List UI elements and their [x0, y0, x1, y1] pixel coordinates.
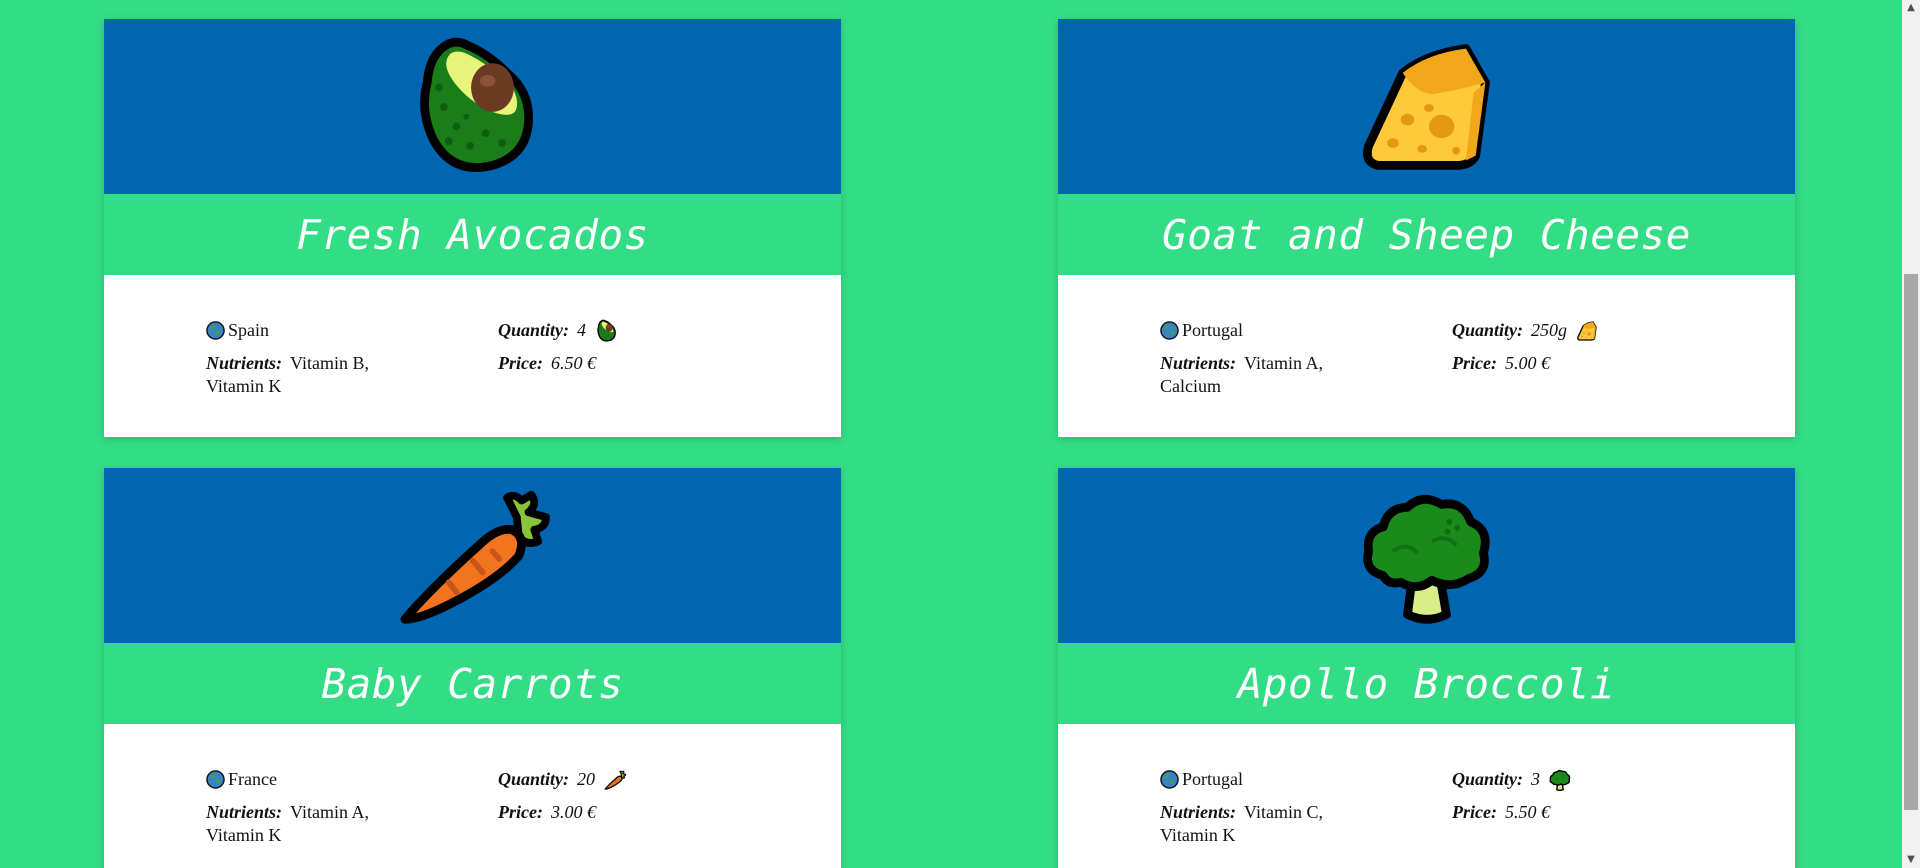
globe-icon — [206, 321, 225, 340]
product-title-bar: Goat and Sheep Cheese — [1058, 194, 1795, 275]
quantity: Quantity: 4 — [498, 319, 798, 342]
price: Price: 6.50 € — [498, 352, 798, 375]
product-details: Portugal Nutrients: Vitamin C, Vitamin K … — [1058, 724, 1795, 868]
product-card: Baby Carrots France Nutrients: Vitamin A,… — [104, 468, 841, 868]
origin: Spain — [206, 319, 426, 342]
quantity: Quantity: 20 — [498, 768, 798, 791]
nutrients-label: Nutrients: — [1160, 802, 1237, 822]
origin: Portugal — [1160, 319, 1380, 342]
origin-country: France — [228, 769, 277, 789]
quantity-value: 20 — [577, 769, 596, 789]
product-title: Fresh Avocados — [296, 210, 649, 259]
product-title: Goat and Sheep Cheese — [1162, 210, 1691, 259]
scroll-down-arrow-icon[interactable]: ▼ — [1902, 852, 1920, 868]
product-title: Apollo Broccoli — [1237, 659, 1616, 708]
price: Price: 5.00 € — [1452, 352, 1752, 375]
product-card: Apollo Broccoli Portugal Nutrients: Vitam… — [1058, 468, 1795, 868]
product-details: Portugal Nutrients: Vitamin A, Calcium Qu… — [1058, 275, 1795, 437]
product-banner — [104, 19, 841, 194]
origin-country: Portugal — [1182, 769, 1243, 789]
quantity-value: 250g — [1531, 320, 1568, 340]
price-label: Price: — [498, 802, 543, 822]
origin: Portugal — [1160, 768, 1380, 791]
cheese-icon — [1575, 319, 1599, 343]
globe-icon — [206, 770, 225, 789]
quantity-label: Quantity: — [498, 769, 570, 789]
product-banner — [1058, 19, 1795, 194]
price-label: Price: — [1452, 353, 1497, 373]
broccoli-icon — [1548, 768, 1572, 792]
product-details: France Nutrients: Vitamin A, Vitamin K Qu… — [104, 724, 841, 868]
carrot-icon — [388, 483, 558, 629]
avocado-icon — [594, 319, 618, 343]
quantity-label: Quantity: — [1452, 320, 1524, 340]
carrot-icon — [603, 768, 627, 792]
origin-country: Spain — [228, 320, 270, 340]
broccoli-icon — [1354, 483, 1500, 629]
price-label: Price: — [498, 353, 543, 373]
nutrients-label: Nutrients: — [1160, 353, 1237, 373]
price-value: 6.50 € — [550, 353, 596, 373]
product-banner — [1058, 468, 1795, 643]
product-details: Spain Nutrients: Vitamin B, Vitamin K Qua… — [104, 275, 841, 437]
globe-icon — [1160, 321, 1179, 340]
quantity-value: 4 — [577, 320, 587, 340]
product-card: Goat and Sheep Cheese Portugal Nutrients… — [1058, 19, 1795, 437]
globe-icon — [1160, 770, 1179, 789]
quantity-value: 3 — [1531, 769, 1541, 789]
product-title-bar: Fresh Avocados — [104, 194, 841, 275]
nutrients-label: Nutrients: — [206, 353, 283, 373]
quantity: Quantity: 3 — [1452, 768, 1752, 791]
price-value: 3.00 € — [550, 802, 596, 822]
quantity: Quantity: 250g — [1452, 319, 1752, 342]
origin: France — [206, 768, 426, 791]
quantity-label: Quantity: — [1452, 769, 1524, 789]
quantity-label: Quantity: — [498, 320, 570, 340]
price-value: 5.00 € — [1504, 353, 1550, 373]
nutrients: Nutrients: Vitamin C, Vitamin K — [1160, 801, 1380, 847]
nutrients-label: Nutrients: — [206, 802, 283, 822]
nutrients: Nutrients: Vitamin A, Vitamin K — [206, 801, 426, 847]
product-title: Baby Carrots — [321, 659, 624, 708]
price: Price: 3.00 € — [498, 801, 798, 824]
product-page: Fresh Avocados Spain Nutrients: Vitamin B… — [0, 0, 1920, 868]
price: Price: 5.50 € — [1452, 801, 1752, 824]
price-value: 5.50 € — [1504, 802, 1550, 822]
scrollbar-thumb[interactable] — [1904, 274, 1918, 810]
price-label: Price: — [1452, 802, 1497, 822]
avocado-icon — [406, 34, 540, 180]
scroll-up-arrow-icon[interactable]: ▲ — [1902, 0, 1920, 16]
vertical-scrollbar[interactable]: ▲ ▼ — [1902, 0, 1920, 868]
product-title-bar: Apollo Broccoli — [1058, 643, 1795, 724]
cheese-icon — [1347, 34, 1507, 180]
nutrients: Nutrients: Vitamin A, Calcium — [1160, 352, 1380, 398]
origin-country: Portugal — [1182, 320, 1243, 340]
nutrients: Nutrients: Vitamin B, Vitamin K — [206, 352, 426, 398]
product-title-bar: Baby Carrots — [104, 643, 841, 724]
product-card: Fresh Avocados Spain Nutrients: Vitamin B… — [104, 19, 841, 437]
product-banner — [104, 468, 841, 643]
